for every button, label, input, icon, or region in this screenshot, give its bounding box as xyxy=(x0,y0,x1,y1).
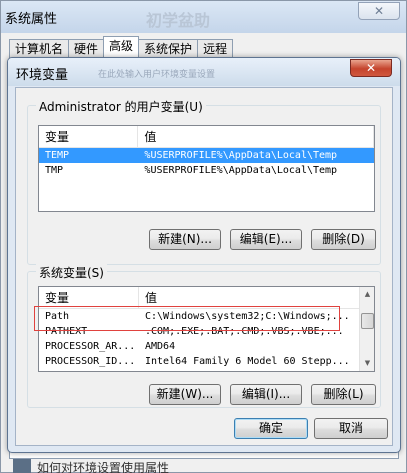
system-properties-close-button[interactable]: ✕ xyxy=(358,2,400,20)
dialog-titlebar: 环境变量 在此处输入用户环境变量设置 ✕ xyxy=(8,58,400,86)
bottom-help-text: 如何对环境设置使用属性 xyxy=(37,461,170,473)
list-item[interactable]: TEMP %USERPROFILE%\AppData\Local\Temp xyxy=(39,148,374,163)
ok-button[interactable]: 确定 xyxy=(234,418,308,439)
title-ghost-text: 初学盆助 xyxy=(146,11,211,30)
variable-value: %USERPROFILE%\AppData\Local\Temp xyxy=(144,150,338,161)
user-variables-list[interactable]: 变量 值 TEMP %USERPROFILE%\AppData\Local\Te… xyxy=(38,125,375,212)
tab-system-protection[interactable]: 系统保护 xyxy=(138,39,199,59)
variable-name: TMP xyxy=(45,165,64,176)
list-item[interactable]: PROCESSOR_AR... AMD64 xyxy=(39,339,374,354)
cancel-button[interactable]: 取消 xyxy=(314,418,388,439)
variable-name: TEMP xyxy=(45,150,70,161)
dialog-close-button[interactable]: ✕ xyxy=(350,59,392,77)
variable-name: PROCESSOR_AR... xyxy=(45,341,136,352)
user-variables-label: Administrator 的用户变量(U) xyxy=(36,98,206,115)
column-header-variable[interactable]: 变量 xyxy=(39,126,139,147)
system-properties-tabs: 计算机名 硬件 高级 系统保护 远程 xyxy=(9,36,234,59)
system-properties-title: 系统属性 xyxy=(5,12,58,27)
tab-computer-name[interactable]: 计算机名 xyxy=(9,39,70,59)
tab-advanced[interactable]: 高级 xyxy=(103,36,140,59)
user-delete-button[interactable]: 删除(D) xyxy=(311,229,376,250)
column-header-value[interactable]: 值 xyxy=(138,126,374,147)
close-icon: ✕ xyxy=(365,61,377,75)
system-variables-scrollbar[interactable]: ▲ ▼ xyxy=(359,287,374,371)
tab-remote[interactable]: 远程 xyxy=(197,39,234,59)
system-delete-button[interactable]: 删除(L) xyxy=(311,384,376,405)
user-variables-group: Administrator 的用户变量(U) 变量 值 TEMP %USERPR… xyxy=(27,98,381,265)
tab-hardware[interactable]: 硬件 xyxy=(68,39,105,59)
variable-value: Intel64 Family 6 Model 60 Stepp... xyxy=(145,356,350,367)
list-header: 变量 值 xyxy=(39,126,374,148)
list-item[interactable]: TMP %USERPROFILE%\AppData\Local\Temp xyxy=(39,163,374,178)
close-icon: ✕ xyxy=(373,4,385,18)
column-header-value[interactable]: 值 xyxy=(139,287,360,308)
system-edit-button[interactable]: 编辑(I)... xyxy=(230,384,302,405)
system-properties-titlebar: 系统属性 初学盆助 ✕ xyxy=(1,1,406,33)
dialog-content: Administrator 的用户变量(U) 变量 值 TEMP %USERPR… xyxy=(15,87,393,446)
system-new-button[interactable]: 新建(W)... xyxy=(149,384,221,405)
variable-value: AMD64 xyxy=(145,341,176,352)
system-variables-label: 系统变量(S) xyxy=(36,264,107,281)
dialog-title-ghost-text: 在此处输入用户环境变量设置 xyxy=(98,70,216,80)
column-header-variable[interactable]: 变量 xyxy=(39,287,139,308)
path-highlight-annotation xyxy=(34,306,340,331)
scroll-down-icon[interactable]: ▼ xyxy=(360,356,374,371)
system-variables-group: 系统变量(S) 变量 值 Path C:\Windows\system32;C:… xyxy=(27,264,381,408)
list-item[interactable]: PROCESSOR_ID... Intel64 Family 6 Model 6… xyxy=(39,354,374,369)
user-edit-button[interactable]: 编辑(E)... xyxy=(230,229,302,250)
help-icon xyxy=(13,459,31,473)
variable-value: %USERPROFILE%\AppData\Local\Temp xyxy=(144,165,338,176)
environment-variables-dialog: 环境变量 在此处输入用户环境变量设置 ✕ Administrator 的用户变量… xyxy=(7,57,401,453)
user-new-button[interactable]: 新建(N)... xyxy=(149,229,221,250)
variable-name: PROCESSOR_ID... xyxy=(45,356,136,367)
scroll-up-icon[interactable]: ▲ xyxy=(360,287,374,302)
scrollbar-thumb[interactable] xyxy=(361,313,374,329)
dialog-title: 环境变量 xyxy=(16,68,69,83)
